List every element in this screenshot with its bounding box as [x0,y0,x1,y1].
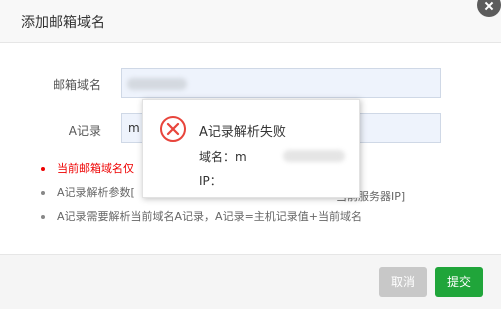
submit-button[interactable]: 提交 [435,267,483,297]
popup-domain-label: 域名： [199,150,236,164]
dialog-header: 添加邮箱域名 [0,0,501,43]
popup-ip-line: IP： [199,174,222,188]
a-record-label: A记录 [68,124,101,138]
domain-label: 邮箱域名 [52,78,101,92]
add-mail-domain-dialog: 添加邮箱域名 邮箱域名 A记录 m 当前邮箱域名仅 A记录解析参数[ A记录需要… [0,0,501,309]
dialog-footer: 取消 提交 [0,254,501,309]
popup-domain-line: 域名：m [199,148,247,165]
error-popup: A记录解析失败 域名：m IP： [142,99,360,198]
tip-item-a-hint: A记录需要解析当前域名A记录，A记录=主机记录值+当前域名 [41,210,481,234]
dialog-title: 添加邮箱域名 [21,15,105,31]
redacted-popup-domain [283,150,345,162]
popup-domain-value: m [235,150,247,164]
redacted-domain-text [127,78,187,90]
cancel-button[interactable]: 取消 [379,267,427,297]
popup-title: A记录解析失败 [199,125,286,140]
error-x-icon [160,116,186,142]
